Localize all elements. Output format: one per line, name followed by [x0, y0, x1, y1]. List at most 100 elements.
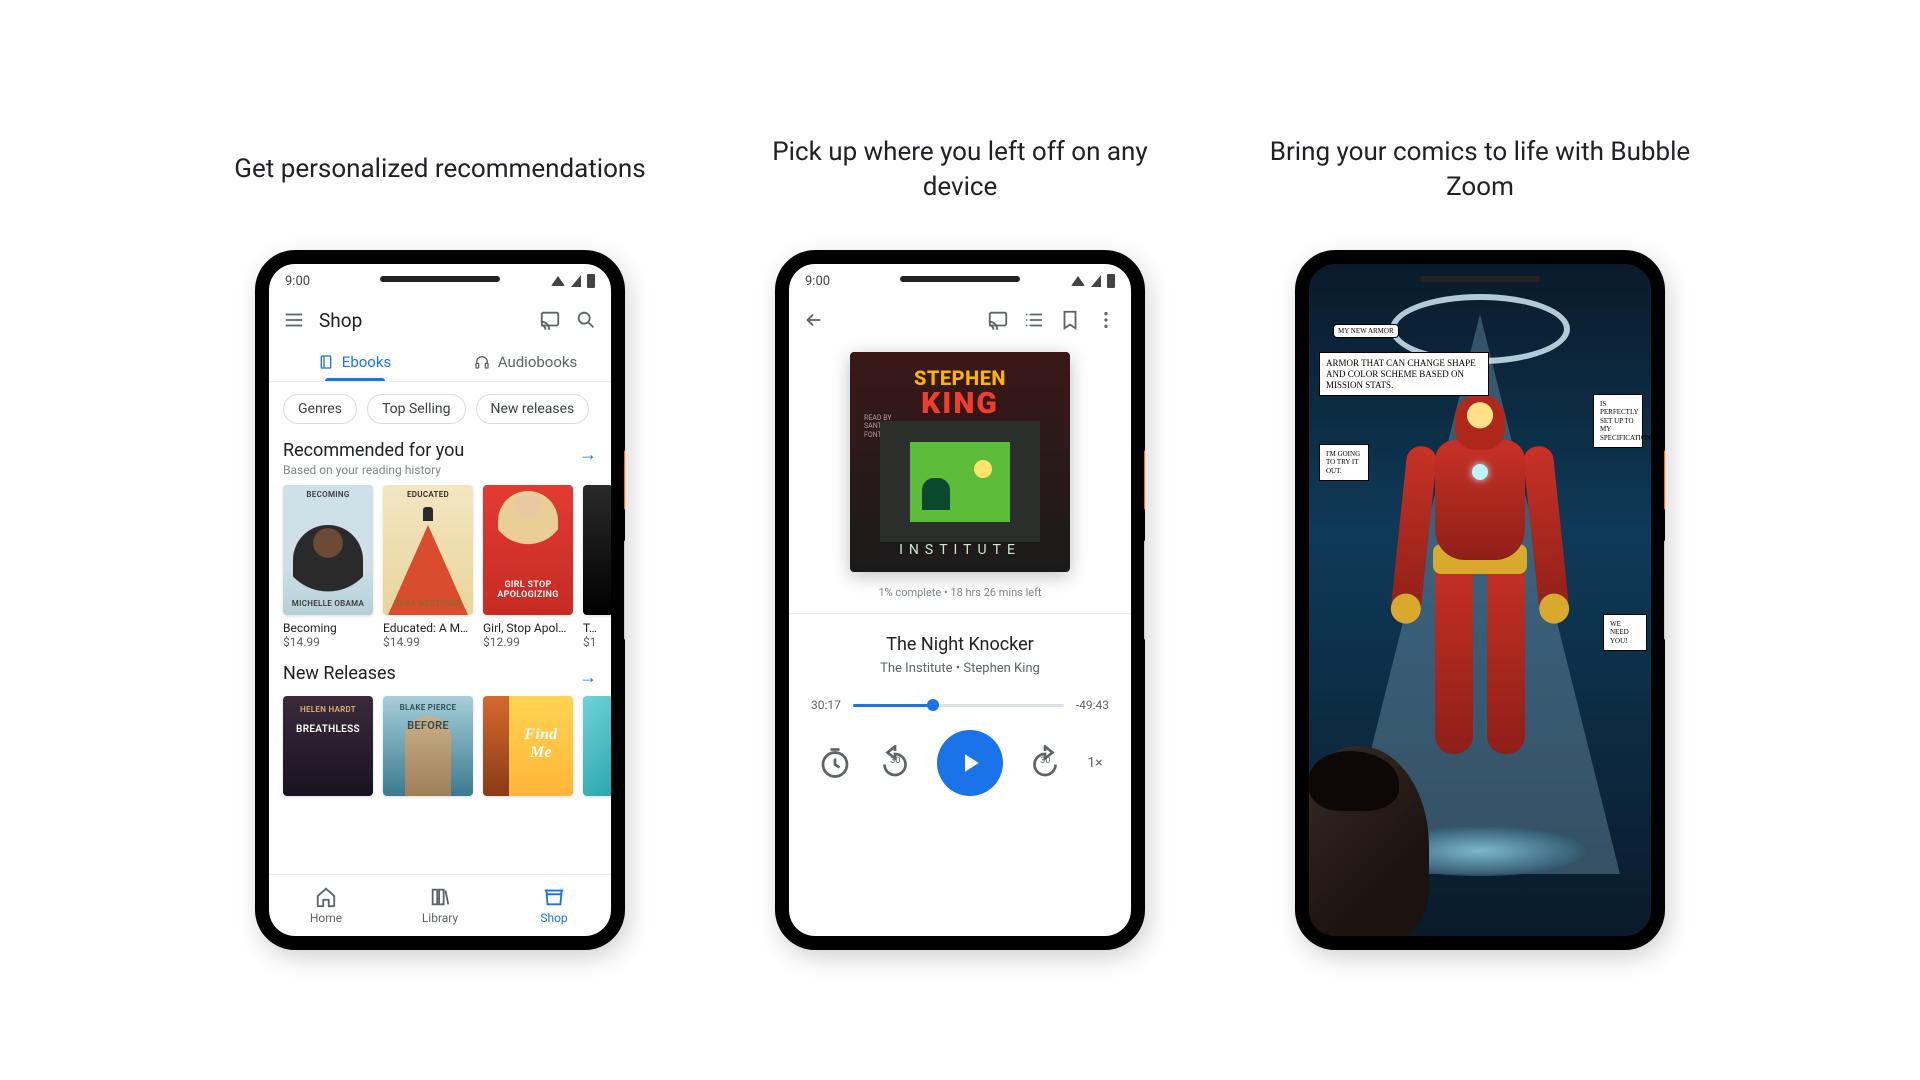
book-price: $1 — [583, 635, 611, 649]
comics-screen[interactable]: MY NEW ARMOR ARMOR THAT CAN CHANGE SHAPE… — [1309, 264, 1651, 936]
comic-panel: MY NEW ARMOR ARMOR THAT CAN CHANGE SHAPE… — [1309, 264, 1651, 936]
speech-bubble: IS PERFECTLY SET UP TO MY SPECIFICATIONS… — [1593, 394, 1643, 448]
recommended-sub: Based on your reading history — [283, 463, 579, 477]
player-appbar — [789, 298, 1131, 342]
playback-speed[interactable]: 1× — [1087, 755, 1102, 771]
speech-bubble-main: ARMOR THAT CAN CHANGE SHAPE AND COLOR SC… — [1319, 352, 1489, 396]
bookmark-icon[interactable] — [1059, 309, 1081, 331]
nav-home[interactable]: Home — [269, 875, 383, 936]
forward-30-icon[interactable]: 30 — [1027, 745, 1063, 781]
book-cover — [583, 485, 611, 615]
overflow-icon[interactable] — [1095, 309, 1117, 331]
library-icon — [429, 886, 451, 908]
bottom-nav: Home Library Shop — [269, 874, 611, 936]
home-icon — [315, 886, 337, 908]
scrubber-bar[interactable] — [853, 704, 1064, 707]
cast-icon[interactable] — [987, 309, 1009, 331]
book-item[interactable]: Girl Stop Apologizing Girl, Stop Apol… $… — [483, 485, 573, 649]
phone-volume-button — [1664, 540, 1665, 640]
book-item[interactable]: Helen Hardt Breathless — [283, 696, 373, 796]
search-icon[interactable] — [575, 309, 597, 331]
book-price: $14.99 — [283, 635, 373, 649]
rewind-30-icon[interactable]: 30 — [877, 745, 913, 781]
book-cover: Becoming Michelle Obama — [283, 485, 373, 615]
filter-chips: Genres Top Selling New releases — [269, 382, 611, 436]
book-meta: The Institute • Stephen King — [880, 661, 1040, 676]
cover-text: Before — [383, 720, 473, 732]
cover-text: Girl Stop Apologizing — [483, 581, 573, 601]
chip-genres[interactable]: Genres — [283, 394, 357, 424]
cover-text: Find Me — [513, 726, 569, 761]
newreleases-title: New Releases — [283, 663, 579, 684]
speech-bubble: WE NEED YOU! — [1603, 614, 1647, 651]
time-elapsed: 30:17 — [811, 698, 841, 712]
shop-appbar: Shop — [269, 298, 611, 342]
caption-comics: Bring your comics to life with Bubble Zo… — [1260, 130, 1700, 210]
chip-top-selling[interactable]: Top Selling — [367, 394, 466, 424]
section-recommended: Recommended for you Based on your readin… — [269, 436, 611, 485]
player-content: STEPHEN KING READ BY SANTINO FONTANA INS… — [789, 342, 1131, 936]
nav-home-label: Home — [310, 911, 342, 925]
promo-stage: Get personalized recommendations 9:00 Sh… — [220, 130, 1700, 950]
tab-ebooks[interactable]: Ebooks — [269, 342, 440, 381]
scrubber-handle[interactable] — [927, 699, 939, 711]
recommended-more-arrow-icon[interactable]: → — [579, 444, 597, 465]
column-shop: Get personalized recommendations 9:00 Sh… — [220, 130, 660, 950]
newreleases-more-arrow-icon[interactable]: → — [579, 667, 597, 688]
newreleases-row[interactable]: Helen Hardt Breathless Blake Pierce Befo… — [269, 696, 611, 806]
ebook-icon — [318, 354, 334, 370]
cover-text: Tara Westover — [383, 600, 473, 609]
back-icon[interactable] — [803, 309, 825, 331]
book-cover: Helen Hardt Breathless — [283, 696, 373, 796]
shop-icon — [543, 886, 565, 908]
chip-new-releases[interactable]: New releases — [476, 394, 590, 424]
shop-screen: 9:00 Shop Ebooks — [269, 264, 611, 936]
phone-frame: 9:00 Shop Ebooks — [255, 250, 625, 950]
book-item[interactable]: Becoming Michelle Obama Becoming $14.99 — [283, 485, 373, 649]
book-title: Educated: A M… — [383, 621, 473, 635]
column-comics: Bring your comics to life with Bubble Zo… — [1260, 130, 1700, 950]
chapter-title: The Night Knocker — [886, 634, 1034, 655]
comic-armored-figure — [1395, 394, 1565, 754]
wifi-icon — [1071, 276, 1085, 286]
album-art[interactable]: STEPHEN KING READ BY SANTINO FONTANA INS… — [850, 352, 1070, 572]
nav-library-label: Library — [422, 911, 458, 925]
caption-recommendations: Get personalized recommendations — [234, 130, 645, 210]
book-cover — [583, 696, 611, 796]
nav-library[interactable]: Library — [383, 875, 497, 936]
sleep-timer-icon[interactable] — [817, 745, 853, 781]
book-item[interactable]: Find Me — [483, 696, 573, 796]
phone-volume-button — [1144, 540, 1145, 640]
progress-meta: 1% complete • 18 hrs 26 mins left — [878, 586, 1041, 599]
tab-ebooks-label: Ebooks — [342, 353, 391, 371]
play-button[interactable] — [937, 730, 1003, 796]
menu-icon[interactable] — [283, 309, 305, 331]
speech-bubble: I'M GOING TO TRY IT OUT. — [1319, 444, 1369, 481]
book-cover: Find Me — [483, 696, 573, 796]
book-item[interactable] — [583, 696, 611, 796]
phone-power-button — [1664, 450, 1665, 510]
phone-volume-button — [624, 540, 625, 640]
book-item[interactable]: T… $1 — [583, 485, 611, 649]
chapters-icon[interactable] — [1023, 309, 1045, 331]
scrubber-fill — [853, 704, 933, 707]
book-cover: Girl Stop Apologizing — [483, 485, 573, 615]
headphones-icon — [474, 354, 490, 370]
nav-shop[interactable]: Shop — [497, 875, 611, 936]
cast-icon[interactable] — [539, 309, 561, 331]
category-tabs: Ebooks Audiobooks — [269, 342, 611, 382]
cover-text: Blake Pierce — [383, 704, 473, 713]
rewind-seconds: 30 — [890, 756, 900, 766]
time-remaining: -49:43 — [1076, 698, 1109, 712]
book-item[interactable]: Educated Tara Westover Educated: A M… $1… — [383, 485, 473, 649]
tab-audiobooks[interactable]: Audiobooks — [440, 342, 611, 381]
album-title: INSTITUTE — [899, 542, 1021, 558]
cover-text: Breathless — [283, 724, 373, 735]
book-price: $14.99 — [383, 635, 473, 649]
phone-power-button — [1144, 450, 1145, 510]
book-item[interactable]: Blake Pierce Before — [383, 696, 473, 796]
cover-text: Educated — [383, 491, 473, 500]
phone-power-button — [624, 450, 625, 510]
recommended-row[interactable]: Becoming Michelle Obama Becoming $14.99 … — [269, 485, 611, 659]
scrubber[interactable]: 30:17 -49:43 — [789, 676, 1131, 712]
